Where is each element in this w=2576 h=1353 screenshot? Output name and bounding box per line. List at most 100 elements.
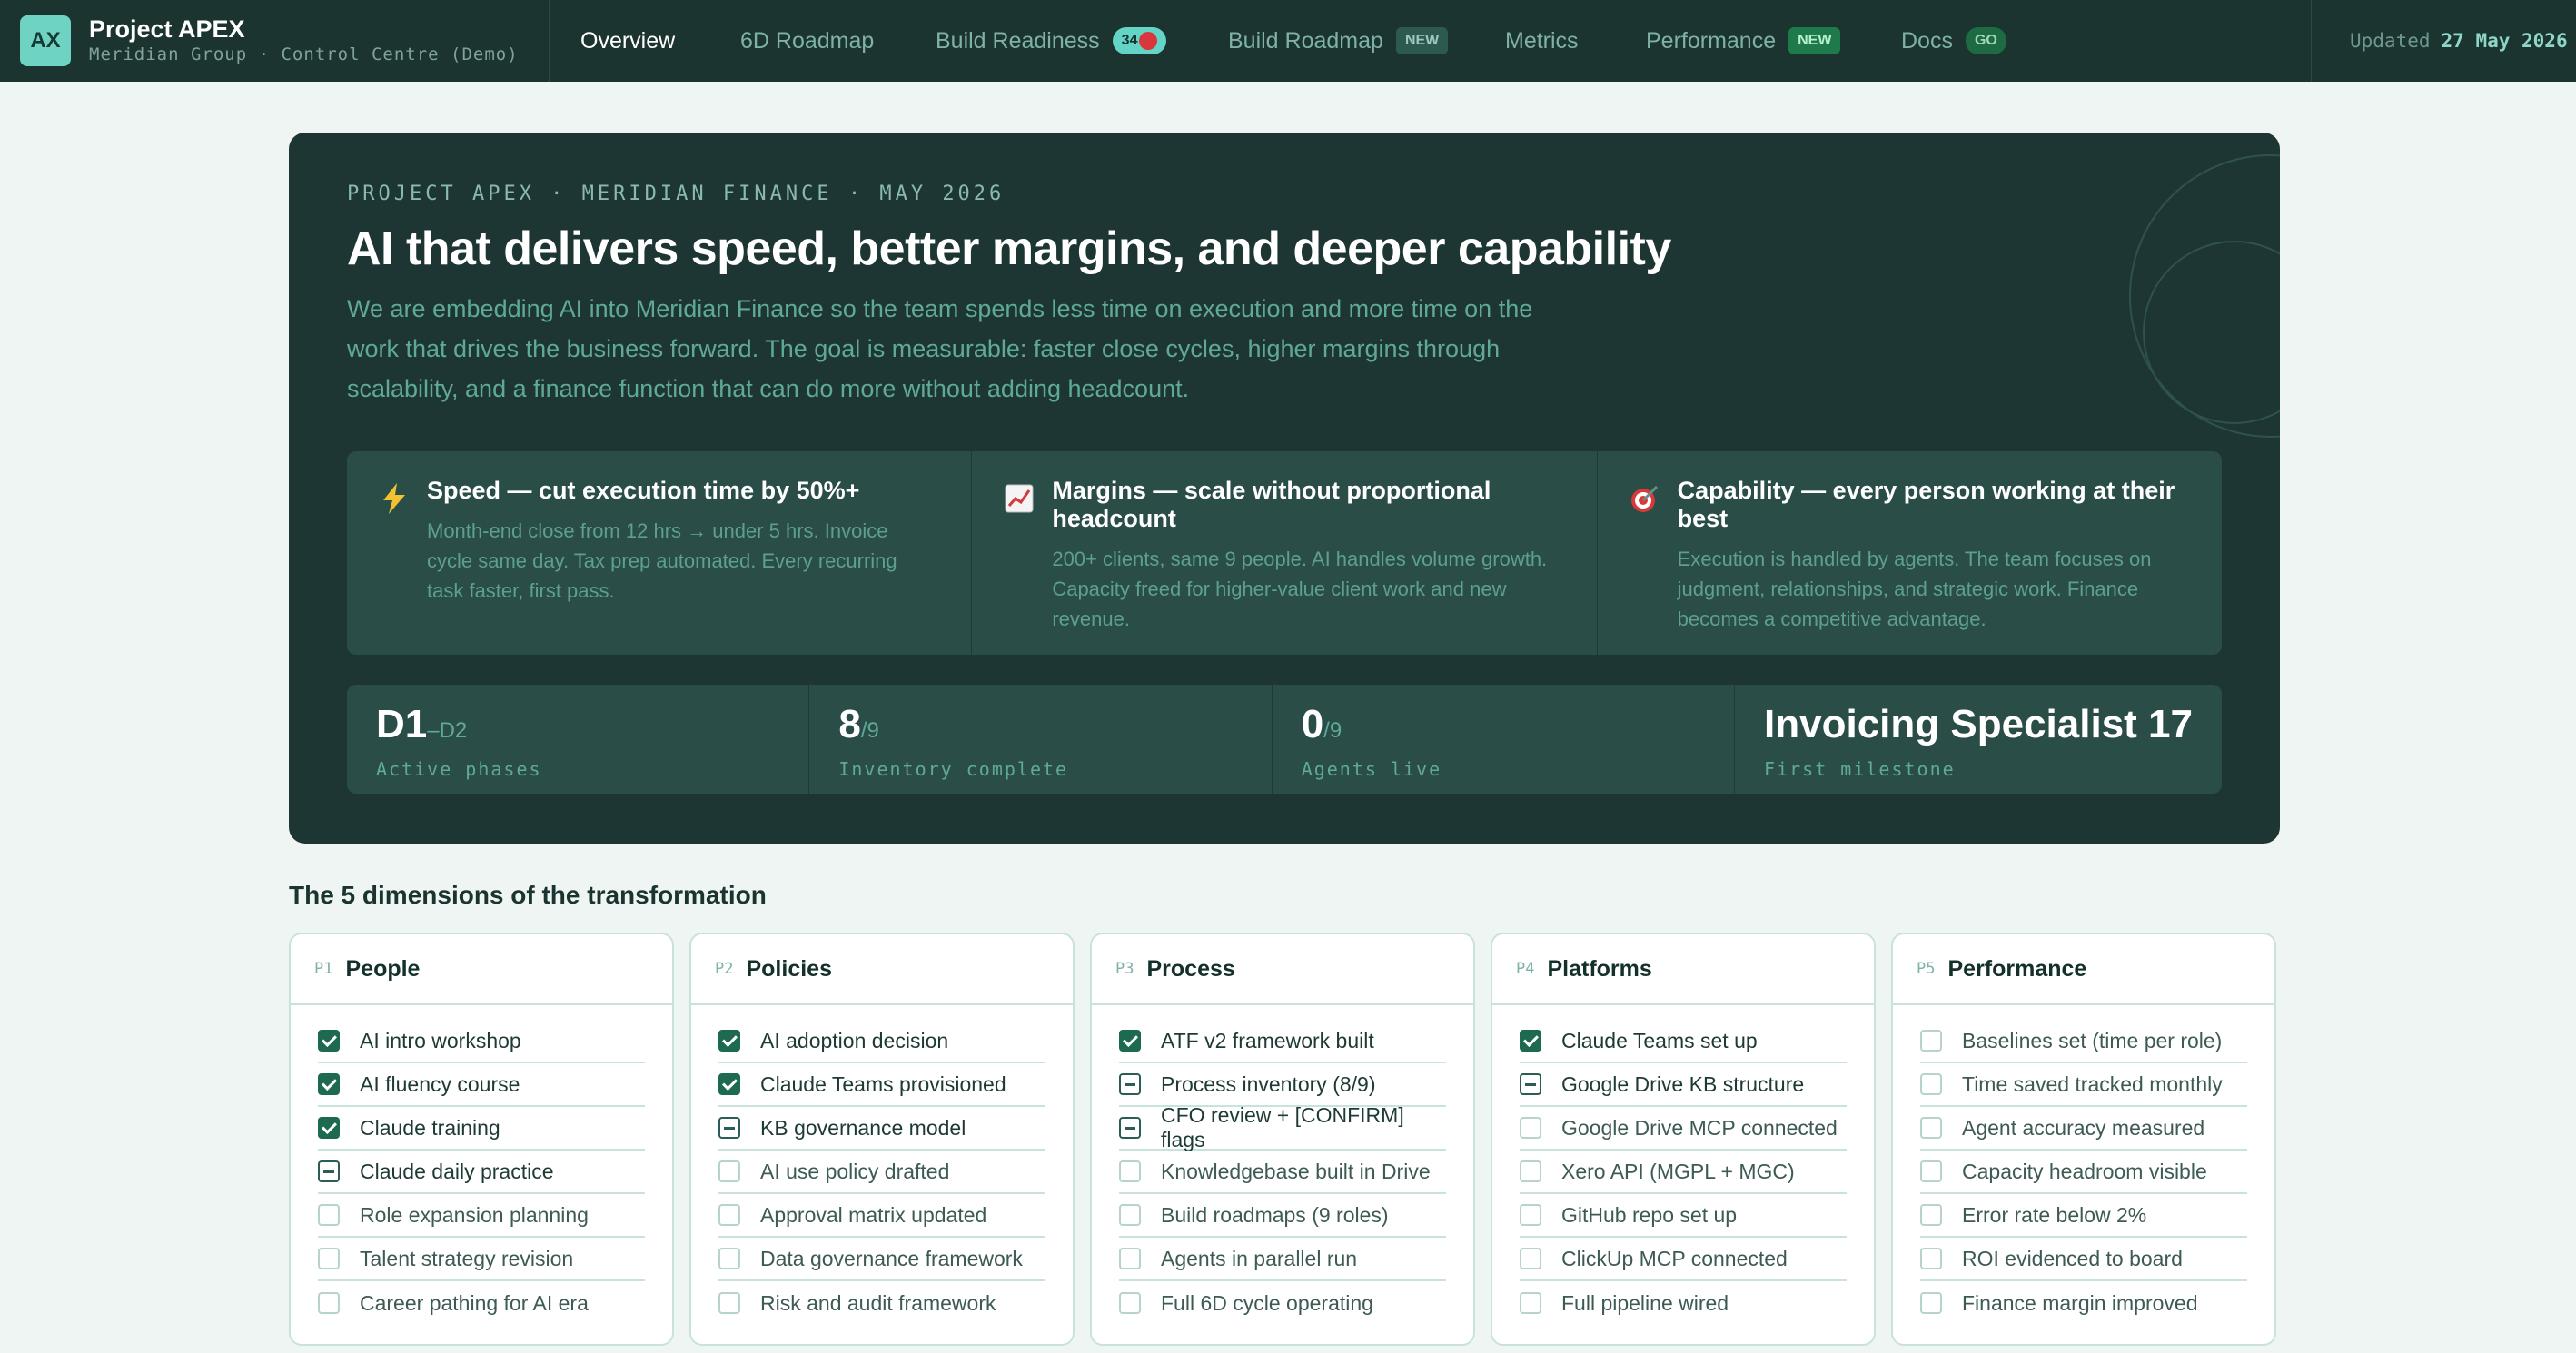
task-item[interactable]: Approval matrix updated	[718, 1194, 1045, 1238]
checkbox-unchecked[interactable]	[1119, 1160, 1141, 1182]
task-label: Claude Teams provisioned	[760, 1072, 1006, 1096]
checkbox-partial[interactable]	[718, 1117, 740, 1139]
checkbox-unchecked[interactable]	[1520, 1160, 1541, 1182]
tab-docs[interactable]: Docs GO	[1901, 0, 2006, 82]
checkbox-unchecked[interactable]	[1920, 1204, 1942, 1226]
tab-metrics-label: Metrics	[1505, 27, 1579, 54]
checkbox-unchecked[interactable]	[1119, 1248, 1141, 1269]
checkbox-checked[interactable]	[1119, 1030, 1141, 1052]
checkbox-checked[interactable]	[718, 1073, 740, 1095]
goal-pillars: Speed — cut execution time by 50%+ Month…	[347, 451, 2222, 655]
task-label: Career pathing for AI era	[360, 1290, 589, 1315]
task-item[interactable]: ATF v2 framework built	[1119, 1020, 1446, 1063]
checkbox-unchecked[interactable]	[1920, 1117, 1942, 1139]
task-item[interactable]: Error rate below 2%	[1920, 1194, 2247, 1238]
task-item[interactable]: Claude daily practice	[318, 1151, 645, 1194]
task-label: Finance margin improved	[1962, 1290, 2198, 1315]
task-item[interactable]: ClickUp MCP connected	[1520, 1238, 1847, 1281]
task-item[interactable]: Agent accuracy measured	[1920, 1107, 2247, 1151]
stat-inventory: 8/9 Inventory complete	[809, 685, 1273, 794]
checkbox-checked[interactable]	[718, 1030, 740, 1052]
checkbox-partial[interactable]	[318, 1160, 340, 1182]
checkbox-unchecked[interactable]	[1920, 1160, 1942, 1182]
task-label: Talent strategy revision	[360, 1246, 574, 1270]
task-item[interactable]: CFO review + [CONFIRM] flags	[1119, 1103, 1446, 1151]
task-item[interactable]: Finance margin improved	[1920, 1281, 2247, 1325]
pillar-description: Execution is handled by agents. The team…	[1677, 548, 2152, 630]
task-item[interactable]: Full pipeline wired	[1520, 1281, 1847, 1325]
task-item[interactable]: AI adoption decision	[718, 1020, 1045, 1063]
task-item[interactable]: Claude Teams set up	[1520, 1020, 1847, 1063]
task-label: ATF v2 framework built	[1161, 1028, 1374, 1052]
task-label: Capacity headroom visible	[1962, 1159, 2207, 1183]
tab-performance[interactable]: Performance NEW	[1646, 0, 1841, 82]
task-item[interactable]: Claude Teams provisioned	[718, 1063, 1045, 1107]
brand[interactable]: AX Project APEX Meridian Group · Control…	[0, 0, 550, 82]
task-item[interactable]: AI fluency course	[318, 1063, 645, 1107]
checkbox-unchecked[interactable]	[1520, 1204, 1541, 1226]
pillar-speed: Speed — cut execution time by 50%+ Month…	[347, 451, 973, 655]
checkbox-unchecked[interactable]	[1920, 1030, 1942, 1052]
pillar-title: Margins — scale without proportional hea…	[1052, 477, 1491, 532]
task-item[interactable]: ROI evidenced to board	[1920, 1238, 2247, 1281]
checkbox-unchecked[interactable]	[1119, 1292, 1141, 1314]
task-item[interactable]: Process inventory (8/9)	[1119, 1063, 1446, 1107]
task-item[interactable]: Knowledgebase built in Drive	[1119, 1151, 1446, 1194]
checkbox-unchecked[interactable]	[318, 1204, 340, 1226]
task-item[interactable]: Career pathing for AI era	[318, 1281, 645, 1325]
task-label: Build roadmaps (9 roles)	[1161, 1202, 1389, 1227]
task-item[interactable]: Claude training	[318, 1107, 645, 1151]
task-item[interactable]: Google Drive MCP connected	[1520, 1107, 1847, 1151]
checkbox-unchecked[interactable]	[718, 1160, 740, 1182]
checkbox-unchecked[interactable]	[718, 1292, 740, 1314]
tab-build-readiness-label: Build Readiness	[936, 27, 1100, 54]
checkbox-partial[interactable]	[1119, 1073, 1141, 1095]
task-label: ClickUp MCP connected	[1561, 1246, 1788, 1270]
task-item[interactable]: Role expansion planning	[318, 1194, 645, 1238]
task-item[interactable]: Google Drive KB structure	[1520, 1063, 1847, 1107]
dimension-cards: P1 People AI intro workshop AI fluency cour…	[289, 933, 2280, 1353]
task-item[interactable]: Agents in parallel run	[1119, 1238, 1446, 1281]
checkbox-unchecked[interactable]	[1920, 1073, 1942, 1095]
task-item[interactable]: AI use policy drafted	[718, 1151, 1045, 1194]
checkbox-partial[interactable]	[1520, 1073, 1541, 1095]
tab-overview[interactable]: Overview	[580, 0, 675, 82]
task-item[interactable]: Risk and audit framework	[718, 1281, 1045, 1325]
stat-agents-live: 0/9 Agents live	[1273, 685, 1736, 794]
checkbox-unchecked[interactable]	[1119, 1204, 1141, 1226]
checkbox-checked[interactable]	[1520, 1030, 1541, 1052]
checkbox-unchecked[interactable]	[1520, 1292, 1541, 1314]
task-item[interactable]: GitHub repo set up	[1520, 1194, 1847, 1238]
checkbox-unchecked[interactable]	[718, 1204, 740, 1226]
task-item[interactable]: KB governance model	[718, 1107, 1045, 1151]
checkbox-checked[interactable]	[318, 1030, 340, 1052]
dimension-card-platforms: P4 Platforms Claude Teams set up Google Dri…	[1491, 933, 1876, 1346]
checkbox-unchecked[interactable]	[718, 1248, 740, 1269]
task-item[interactable]: Build roadmaps (9 roles)	[1119, 1194, 1446, 1238]
task-item[interactable]: Talent strategy revision	[318, 1238, 645, 1281]
checkbox-unchecked[interactable]	[1520, 1248, 1541, 1269]
task-list: Claude Teams set up Google Drive KB struc…	[1492, 1005, 1874, 1325]
task-item[interactable]: Xero API (MGPL + MGC)	[1520, 1151, 1847, 1194]
checkbox-checked[interactable]	[318, 1073, 340, 1095]
target-icon	[1629, 482, 1661, 515]
task-item[interactable]: Data governance framework	[718, 1238, 1045, 1281]
task-item[interactable]: AI intro workshop	[318, 1020, 645, 1063]
tab-build-readiness[interactable]: Build Readiness 34	[936, 0, 1167, 82]
checkbox-checked[interactable]	[318, 1117, 340, 1139]
task-item[interactable]: Baselines set (time per role)	[1920, 1020, 2247, 1063]
tab-6d-roadmap[interactable]: 6D Roadmap	[740, 0, 874, 82]
checkbox-unchecked[interactable]	[1520, 1117, 1541, 1139]
checkbox-unchecked[interactable]	[1920, 1248, 1942, 1269]
checkbox-partial[interactable]	[1119, 1117, 1141, 1139]
checkbox-unchecked[interactable]	[1920, 1292, 1942, 1314]
checkbox-unchecked[interactable]	[318, 1292, 340, 1314]
card-header: P1 People	[291, 934, 672, 1005]
tab-metrics[interactable]: Metrics	[1505, 0, 1579, 82]
checkbox-unchecked[interactable]	[318, 1248, 340, 1269]
task-item[interactable]: Full 6D cycle operating	[1119, 1281, 1446, 1325]
task-item[interactable]: Time saved tracked monthly	[1920, 1063, 2247, 1107]
task-item[interactable]: Capacity headroom visible	[1920, 1151, 2247, 1194]
top-navigation-bar: AX Project APEX Meridian Group · Control…	[0, 0, 2576, 82]
tab-build-roadmap[interactable]: Build Roadmap NEW	[1228, 0, 1449, 82]
